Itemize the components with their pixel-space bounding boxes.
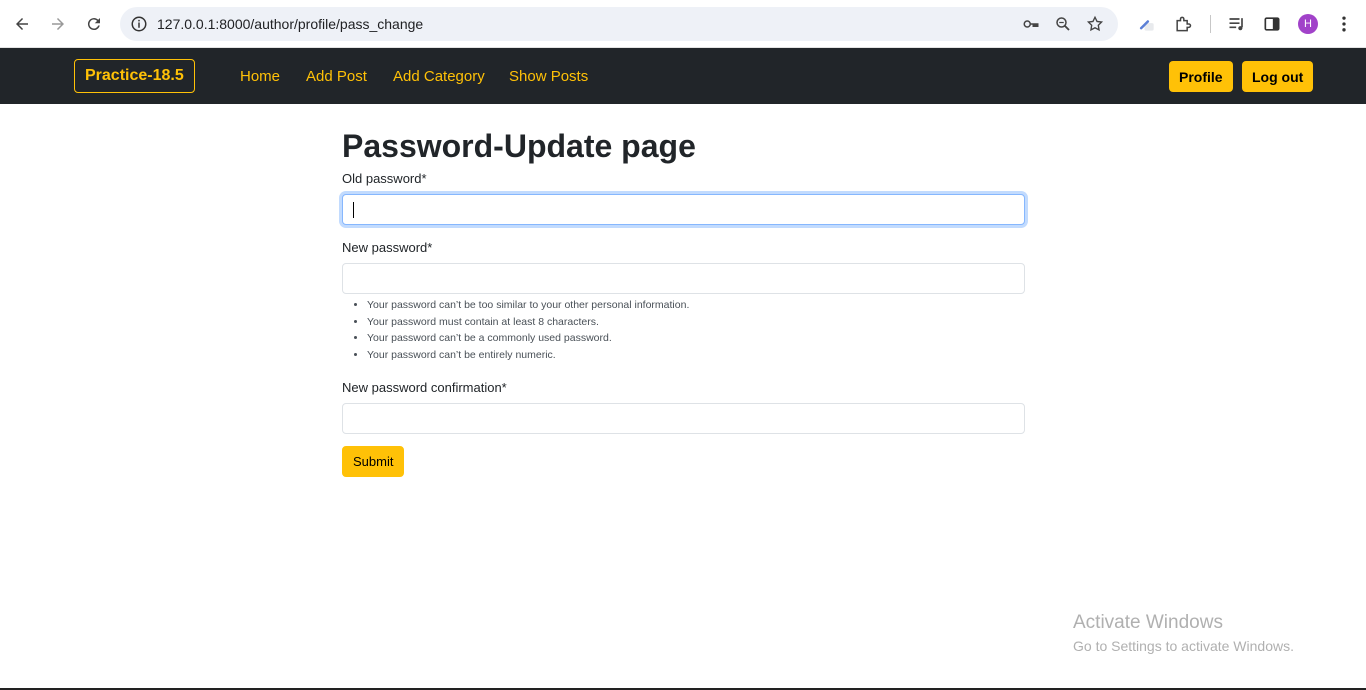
profile-avatar[interactable]: H (1298, 14, 1318, 34)
profile-button[interactable]: Profile (1169, 61, 1233, 92)
site-info-icon[interactable] (130, 15, 148, 33)
nav-add-post[interactable]: Add Post (306, 68, 367, 85)
password-help-list: Your password can’t be too similar to yo… (342, 297, 689, 364)
brand-link[interactable]: Practice-18.5 (74, 59, 195, 93)
kebab-menu-icon[interactable] (1333, 13, 1355, 35)
help-item: Your password can’t be too similar to yo… (367, 297, 689, 314)
page-title: Password-Update page (342, 128, 696, 164)
reload-icon[interactable] (82, 12, 106, 36)
zoom-icon[interactable] (1054, 15, 1072, 33)
confirm-password-label: New password confirmation* (342, 380, 507, 395)
nav-show-posts[interactable]: Show Posts (509, 68, 588, 85)
help-item: Your password must contain at least 8 ch… (367, 314, 689, 331)
extension-pen-icon[interactable] (1136, 13, 1158, 35)
key-icon[interactable] (1022, 15, 1040, 33)
text-caret (353, 202, 354, 218)
url-text[interactable]: 127.0.0.1:8000/author/profile/pass_chang… (157, 16, 423, 32)
extensions-puzzle-icon[interactable] (1172, 13, 1194, 35)
confirm-password-field[interactable] (342, 403, 1025, 434)
side-panel-icon[interactable] (1261, 13, 1283, 35)
media-control-icon[interactable] (1226, 13, 1248, 35)
bookmark-star-icon[interactable] (1086, 15, 1104, 33)
new-password-label: New password* (342, 240, 433, 255)
app-navbar: Practice-18.5 Home Add Post Add Category… (0, 48, 1366, 104)
help-item: Your password can’t be entirely numeric. (367, 347, 689, 364)
new-password-field[interactable] (342, 263, 1025, 294)
back-icon[interactable] (10, 12, 34, 36)
nav-add-category[interactable]: Add Category (393, 68, 485, 85)
old-password-field[interactable] (342, 194, 1025, 225)
toolbar-separator (1210, 15, 1211, 33)
logout-button[interactable]: Log out (1242, 61, 1314, 92)
submit-button[interactable]: Submit (342, 446, 405, 477)
help-item: Your password can’t be a commonly used p… (367, 330, 689, 347)
old-password-label: Old password* (342, 171, 427, 186)
forward-icon[interactable] (46, 12, 70, 36)
windows-activation-watermark: Activate Windows Go to Settings to activ… (1073, 612, 1294, 654)
password-form: Password-Update page Old password* New p… (342, 124, 1025, 477)
browser-toolbar: 127.0.0.1:8000/author/profile/pass_chang… (0, 0, 1366, 48)
nav-home[interactable]: Home (240, 68, 280, 85)
address-bar[interactable]: 127.0.0.1:8000/author/profile/pass_chang… (120, 7, 1118, 41)
watermark-subtitle: Go to Settings to activate Windows. (1073, 638, 1294, 654)
watermark-title: Activate Windows (1073, 612, 1223, 633)
